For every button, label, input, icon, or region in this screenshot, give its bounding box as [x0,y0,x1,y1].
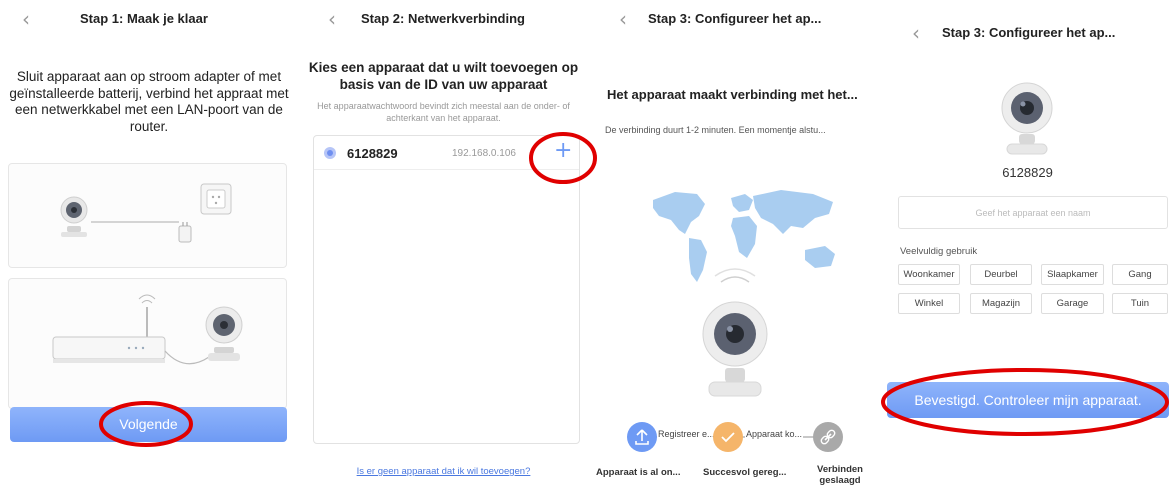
room-chip[interactable]: Winkel [898,293,960,314]
step3-header: ‹ Stap 3: Configureer het ap... [589,8,884,32]
connecting-heading: Het apparaat maakt verbinding met het... [607,87,858,102]
room-chip[interactable]: Gang [1112,264,1168,285]
confirm-button-label: Bevestigd. Controleer mijn apparaat. [914,392,1142,408]
confirm-button[interactable]: Bevestigd. Controleer mijn apparaat. [887,382,1169,418]
connecting-subtext: De verbinding duurt 1-2 minuten. Een mom… [605,125,826,135]
camera-icon [205,306,243,361]
common-use-label: Veelvuldig gebruik [900,246,978,257]
back-icon[interactable]: ‹ [912,22,920,44]
network-connection-illustration [8,278,287,409]
step-label: Registreer e... [657,429,716,439]
step3-config-header: ‹ Stap 3: Configureer het ap... [884,8,1171,44]
device-ip: 192.168.0.106 [452,148,516,159]
step3-title: Stap 3: Configureer het ap... [648,11,822,26]
next-button[interactable]: Volgende [10,407,287,442]
step3-connecting-screen: ‹ Stap 3: Configureer het ap... Het appa… [589,0,884,486]
camera-icon [702,268,768,397]
step3-config-screen: ‹ Stap 3: Configureer het ap... 6128829 … [884,0,1171,486]
screenshot-stage: ‹ Stap 1: Maak je klaar Sluit apparaat a… [0,0,1171,486]
step1-header: ‹ Stap 1: Maak je klaar [0,8,298,32]
check-icon [713,422,743,452]
step-status: Verbinden geslaagd [817,464,863,486]
step2-heading: Kies een apparaat dat u wilt toevoegen o… [308,60,579,92]
step1-screen: ‹ Stap 1: Maak je klaar Sluit apparaat a… [0,0,298,486]
step1-instructions: Sluit apparaat aan op stroom adapter of … [9,69,289,134]
link-icon [813,422,843,452]
device-name-input[interactable] [898,196,1168,229]
step2-subtext: Het apparaatwachtwoord bevindt zich mees… [317,101,570,123]
device-list: 6128829 192.168.0.106 + [313,135,580,444]
device-list-item[interactable]: 6128829 192.168.0.106 + [314,136,579,170]
back-icon[interactable]: ‹ [328,8,336,30]
step3-config-title: Stap 3: Configureer het ap... [942,25,1116,40]
next-button-label: Volgende [119,416,178,432]
power-adapter-icon [178,222,192,243]
step2-title: Stap 2: Netwerkverbinding [361,11,525,26]
room-chip[interactable]: Deurbel [970,264,1032,285]
step-label: Apparaat ko... [745,429,804,439]
step-status: Apparaat is al on... [596,467,681,478]
radio-icon[interactable] [324,147,336,159]
back-icon[interactable]: ‹ [619,8,627,30]
room-chip[interactable]: Tuin [1112,293,1168,314]
no-device-link[interactable]: Is er geen apparaat dat ik wil toevoegen… [298,466,589,477]
step2-header: ‹ Stap 2: Netwerkverbinding [298,8,589,32]
router-icon [52,294,166,363]
room-chip[interactable]: Garage [1041,293,1104,314]
room-chip[interactable]: Slaapkamer [1041,264,1104,285]
step-status: Succesvol gereg... [703,467,787,478]
room-chip[interactable]: Magazijn [970,293,1032,314]
camera-icon [1001,82,1053,155]
step2-screen: ‹ Stap 2: Netwerkverbinding Kies een app… [298,0,589,486]
camera-icon [60,196,88,237]
upload-icon [627,422,657,452]
add-device-plus-icon[interactable]: + [554,139,572,163]
device-id: 6128829 [1002,165,1053,180]
device-id: 6128829 [347,146,398,161]
wall-socket-icon [200,183,232,215]
step1-title: Stap 1: Maak je klaar [80,11,208,26]
power-connection-illustration [8,163,287,268]
room-chip[interactable]: Woonkamer [898,264,960,285]
back-icon[interactable]: ‹ [22,8,30,30]
